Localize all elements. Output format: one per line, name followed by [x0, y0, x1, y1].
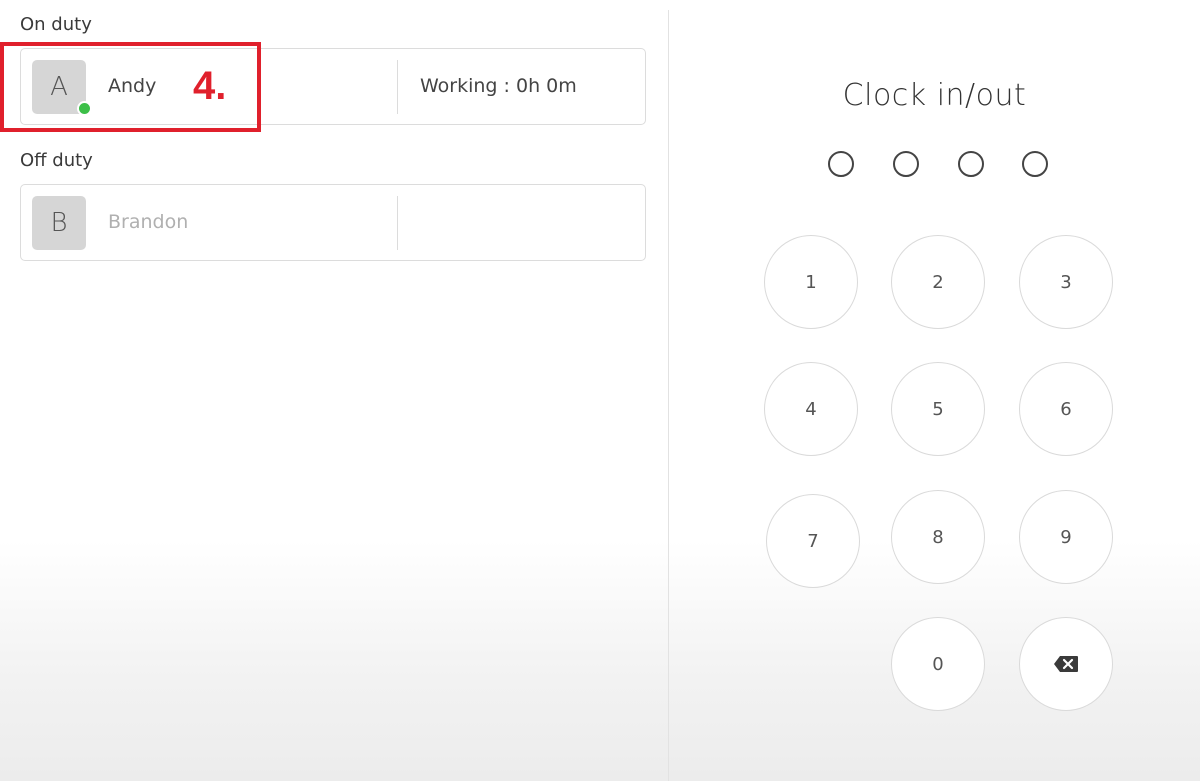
- staff-panel: On duty A Andy Working : 0h 0m Off duty …: [0, 0, 668, 781]
- keypad-key-1[interactable]: 1: [764, 235, 858, 329]
- backspace-icon: [1054, 656, 1078, 672]
- clock-panel: Clock in/out 1 2 3 4 5 6 7 8 9 0: [669, 0, 1200, 781]
- card-divider: [397, 60, 398, 114]
- keypad-key-6[interactable]: 6: [1019, 362, 1113, 456]
- annotation-step-number: 4.: [193, 64, 227, 108]
- keypad-key-2[interactable]: 2: [891, 235, 985, 329]
- working-time: Working : 0h 0m: [420, 75, 577, 97]
- keypad-key-8[interactable]: 8: [891, 490, 985, 584]
- keypad-key-7[interactable]: 7: [766, 494, 860, 588]
- keypad-key-9[interactable]: 9: [1019, 490, 1113, 584]
- keypad-key-0[interactable]: 0: [891, 617, 985, 711]
- keypad-key-4[interactable]: 4: [764, 362, 858, 456]
- avatar-initial: B: [50, 208, 68, 238]
- clock-title: Clock in/out: [842, 78, 1027, 113]
- pin-indicator: [828, 151, 854, 177]
- avatar: B: [32, 196, 86, 250]
- staff-name: Brandon: [108, 211, 189, 233]
- keypad-key-3[interactable]: 3: [1019, 235, 1113, 329]
- card-divider: [397, 196, 398, 250]
- pin-indicator: [958, 151, 984, 177]
- pin-indicator: [1022, 151, 1048, 177]
- keypad-key-5[interactable]: 5: [891, 362, 985, 456]
- on-duty-label: On duty: [20, 14, 92, 35]
- pin-indicator: [893, 151, 919, 177]
- off-duty-label: Off duty: [20, 150, 93, 171]
- staff-card-brandon[interactable]: B Brandon: [20, 184, 646, 261]
- backspace-button[interactable]: [1019, 617, 1113, 711]
